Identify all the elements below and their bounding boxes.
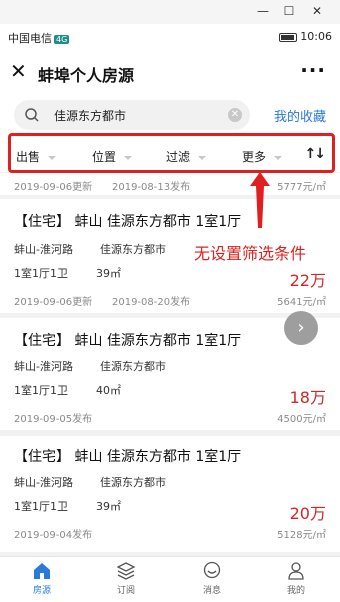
listing-unit-price: 5777元/㎡ — [277, 182, 326, 193]
search-input[interactable]: 佳源东方都市 ✕ — [14, 100, 250, 130]
listing-layout: 1室1厅1卫 — [14, 500, 68, 513]
listing-published: 2019-08-20发布 — [112, 297, 191, 308]
status-time: 10:06 — [300, 30, 332, 43]
next-button[interactable]: › — [284, 311, 318, 345]
listing-unit-price: 4500元/㎡ — [277, 414, 326, 425]
more-icon[interactable]: ··· — [300, 58, 326, 82]
minimize-button[interactable]: — — [252, 2, 274, 20]
listing-community: 佳源东方都市 — [100, 360, 166, 373]
annotation-arrow-icon — [250, 172, 270, 228]
listing-price: 20万 — [289, 504, 326, 523]
bottom-tab-bar: 房源 订阅 消息 我的 — [0, 556, 340, 602]
listing-layout: 1室1厅1卫 — [14, 384, 68, 397]
chevron-right-icon: › — [297, 317, 305, 338]
listing-title: 【住宅】 蚌山 佳源东方都市 1室1厅 — [14, 214, 242, 230]
annotation-text: 无设置筛选条件 — [194, 244, 307, 263]
window-close-button[interactable]: ✕ — [306, 2, 328, 20]
listing-unit-price: 5641元/㎡ — [277, 297, 326, 308]
listing-district: 蚌山-淮河路 — [14, 243, 73, 256]
page-title: 蚌埠个人房源 — [38, 66, 135, 85]
status-right: 10:06 — [279, 30, 332, 43]
listing-layout: 1室1厅1卫 — [14, 267, 68, 280]
listing-unit-price: 5128元/㎡ — [277, 530, 326, 541]
listing-district: 蚌山-淮河路 — [14, 360, 73, 373]
search-value: 佳源东方都市 — [54, 109, 127, 123]
chat-icon — [203, 561, 221, 579]
maximize-button[interactable]: ☐ — [278, 2, 300, 20]
listing-area: 39㎡ — [96, 267, 121, 280]
listing-date: 2019-09-04发布 — [14, 530, 93, 541]
listing-price: 18万 — [289, 388, 326, 407]
annotation-highlight-box — [8, 133, 335, 173]
listing-title: 【住宅】 蚌山 佳源东方都市 1室1厅 — [14, 449, 242, 465]
network-badge: 4G — [54, 35, 70, 44]
app-bar: ✕ 蚌埠个人房源 ··· — [0, 50, 340, 94]
tab-subscribe[interactable]: 订阅 — [96, 561, 156, 596]
window-titlebar: — ☐ ✕ — [0, 0, 340, 24]
status-bar: 中国电信 4G 10:06 — [0, 24, 340, 50]
listing-area: 40㎡ — [96, 384, 121, 397]
listing-community: 佳源东方都市 — [100, 476, 166, 489]
close-icon[interactable]: ✕ — [10, 60, 27, 82]
listing-published: 2019-08-13发布 — [112, 182, 191, 193]
search-row: 佳源东方都市 ✕ 我的收藏 — [0, 94, 340, 138]
tab-listings[interactable]: 房源 — [12, 561, 72, 596]
listing-area: 39㎡ — [96, 500, 121, 513]
tab-messages[interactable]: 消息 — [182, 561, 242, 596]
favorites-link[interactable]: 我的收藏 — [274, 106, 326, 125]
clear-icon[interactable]: ✕ — [228, 108, 242, 122]
listing-price: 22万 — [289, 271, 326, 290]
list-item[interactable]: 【住宅】 蚌山 佳源东方都市 1室1厅 蚌山-淮河路 佳源东方都市 1室1厅1卫… — [0, 436, 340, 552]
carrier-label: 中国电信 4G — [8, 32, 70, 45]
layers-icon — [116, 562, 136, 580]
listing-date: 2019-09-06更新 — [14, 182, 93, 193]
listing-date: 2019-09-06更新 — [14, 297, 93, 308]
search-icon — [25, 108, 39, 122]
house-icon — [34, 563, 50, 579]
tab-me[interactable]: 我的 — [266, 561, 326, 596]
user-icon — [288, 562, 304, 580]
listing-title: 【住宅】 蚌山 佳源东方都市 1室1厅 — [14, 333, 242, 349]
listing-community: 佳源东方都市 — [100, 243, 166, 256]
listing-district: 蚌山-淮河路 — [14, 476, 73, 489]
list-item[interactable]: 2019-09-06更新 2019-08-13发布 5777元/㎡ — [0, 173, 340, 195]
battery-icon — [279, 32, 298, 42]
listing-date: 2019-09-05发布 — [14, 414, 93, 425]
